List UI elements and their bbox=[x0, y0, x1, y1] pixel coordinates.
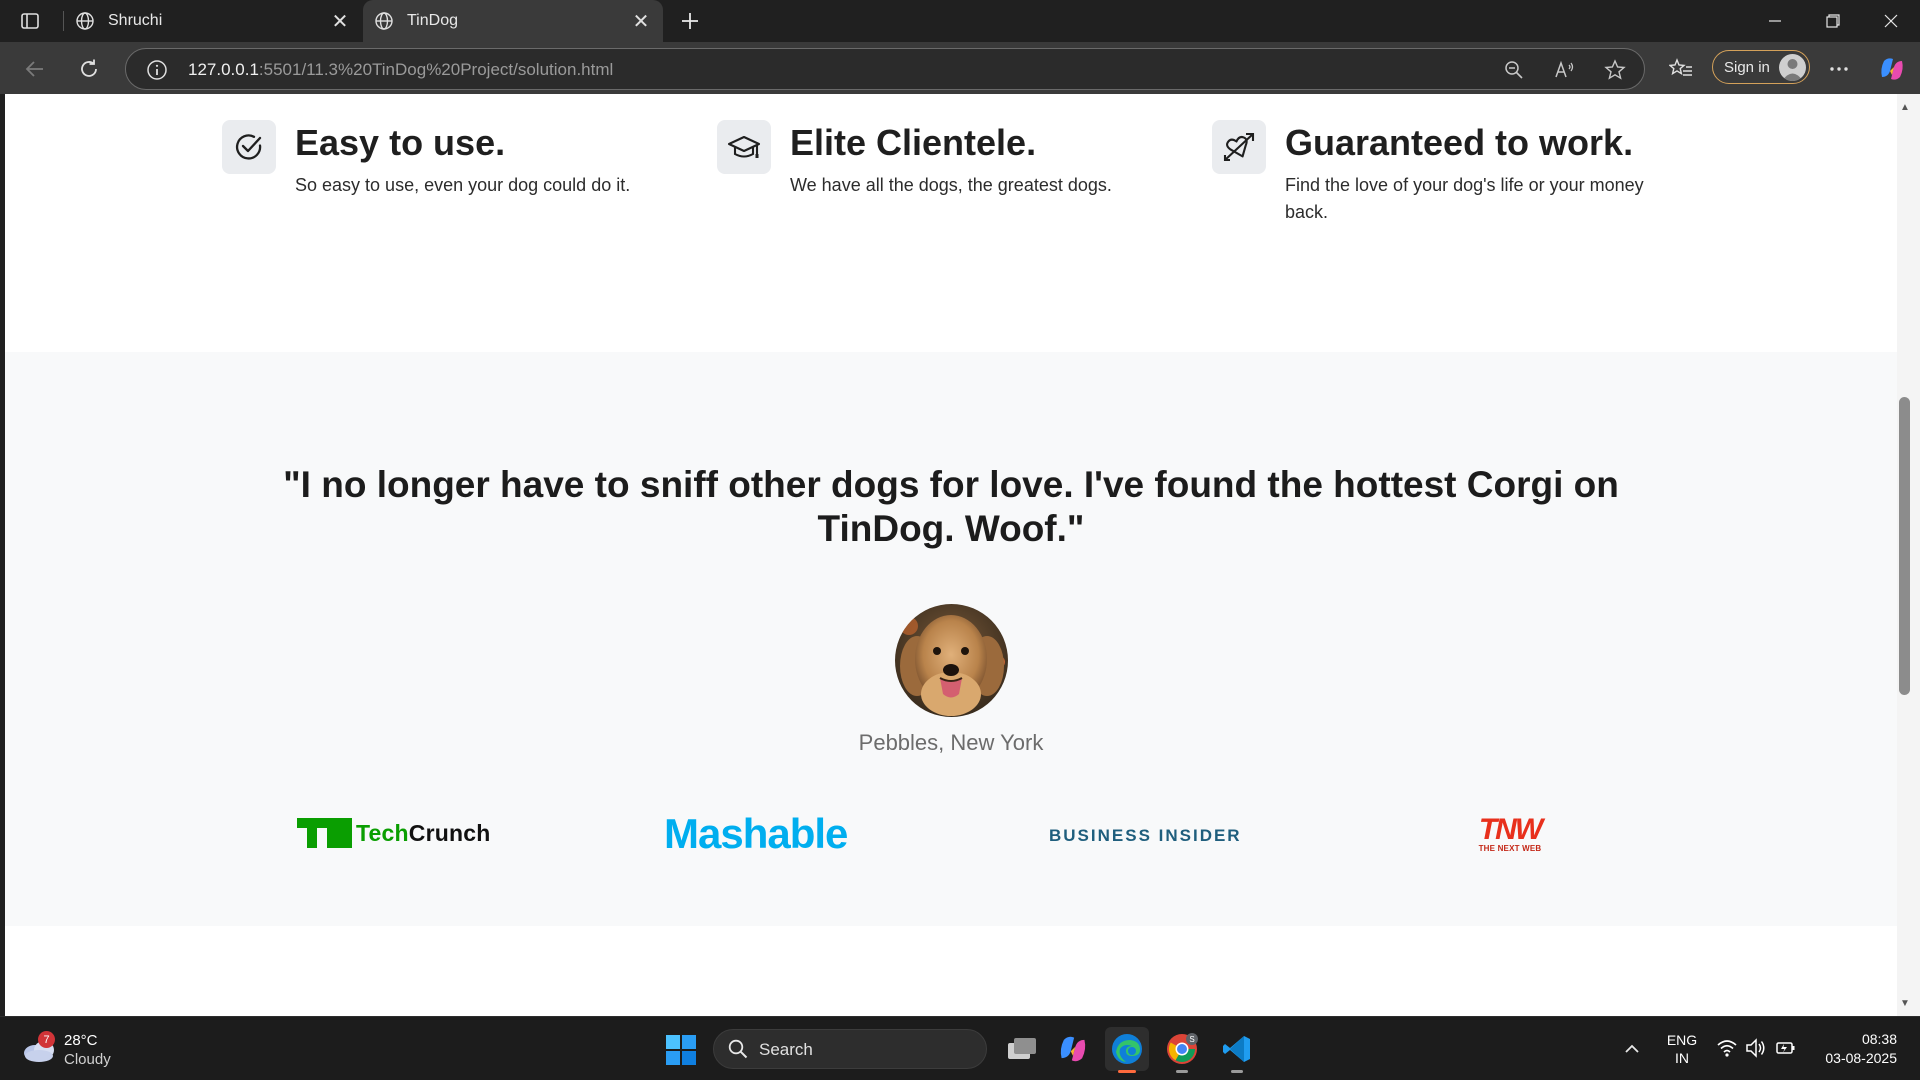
business-insider-logo: BUSINESS INSIDER bbox=[1049, 826, 1242, 845]
taskbar-clock[interactable]: 08:38 03-08-2025 bbox=[1812, 1030, 1897, 1068]
back-arrow-icon[interactable] bbox=[20, 54, 50, 84]
task-view-icon[interactable] bbox=[1000, 1027, 1044, 1071]
sign-in-button[interactable]: Sign in bbox=[1712, 50, 1810, 84]
url-path: :5501/11.3%20TinDog%20Project/solution.h… bbox=[258, 60, 614, 79]
favorite-star-icon[interactable] bbox=[1603, 58, 1627, 82]
feature-title: Guaranteed to work. bbox=[1285, 122, 1634, 163]
scroll-down-icon[interactable]: ▼ bbox=[1898, 996, 1912, 1010]
browser-tab-bar: Shruchi ✕ TinDog ✕ bbox=[0, 0, 1920, 42]
close-window-icon[interactable] bbox=[1862, 0, 1920, 42]
language-code: ENG bbox=[1666, 1032, 1698, 1048]
search-icon bbox=[728, 1039, 748, 1059]
mashable-logo: Mashable bbox=[664, 810, 848, 857]
windows-taskbar: 7 28°C Cloudy Search S ENG IN 08:38 03-0… bbox=[0, 1016, 1920, 1080]
techcrunch-mark-icon bbox=[297, 818, 352, 848]
refresh-icon[interactable] bbox=[74, 54, 104, 84]
scroll-up-icon[interactable]: ▲ bbox=[1898, 100, 1912, 114]
tab-tindog[interactable]: TinDog ✕ bbox=[363, 0, 663, 42]
address-bar[interactable]: 127.0.0.1:5501/11.3%20TinDog%20Project/s… bbox=[125, 48, 1645, 90]
globe-icon bbox=[373, 10, 395, 32]
new-tab-icon[interactable] bbox=[676, 7, 704, 35]
chrome-icon[interactable]: S bbox=[1160, 1027, 1204, 1073]
feature-title: Elite Clientele. bbox=[790, 122, 1037, 163]
weather-widget[interactable]: 7 28°C Cloudy bbox=[20, 1029, 140, 1071]
close-icon[interactable]: ✕ bbox=[627, 7, 655, 35]
testimonial-section: "I no longer have to sniff other dogs fo… bbox=[5, 352, 1897, 926]
tnw-letters: TNW bbox=[1478, 813, 1543, 846]
close-icon[interactable]: ✕ bbox=[326, 7, 354, 35]
testimonial-quote: "I no longer have to sniff other dogs fo… bbox=[5, 463, 1897, 551]
read-aloud-icon[interactable] bbox=[1553, 58, 1577, 82]
techcrunch-crunch: Crunch bbox=[408, 819, 491, 846]
weather-condition: Cloudy bbox=[64, 1051, 111, 1068]
testimonial-author: Pebbles, New York bbox=[858, 730, 1044, 755]
url-text[interactable]: 127.0.0.1:5501/11.3%20TinDog%20Project/s… bbox=[188, 60, 613, 80]
scrollbar-thumb[interactable] bbox=[1899, 397, 1910, 695]
clock-time: 08:38 bbox=[1861, 1031, 1897, 1047]
next-section-heading-cutoff bbox=[645, 1007, 1345, 1016]
check-circle-icon bbox=[222, 120, 276, 174]
search-label: Search bbox=[759, 1040, 813, 1059]
windows-start-icon[interactable] bbox=[665, 1034, 697, 1066]
copilot-app-icon[interactable] bbox=[1051, 1027, 1095, 1071]
volume-icon[interactable] bbox=[1745, 1037, 1767, 1059]
globe-icon bbox=[74, 10, 96, 32]
feature-text: We have all the dogs, the greatest dogs. bbox=[790, 175, 1112, 195]
input-language[interactable]: ENG IN bbox=[1665, 1031, 1699, 1067]
weather-temperature: 28°C bbox=[64, 1032, 98, 1049]
heart-arrow-icon bbox=[1212, 120, 1266, 174]
feature-text: So easy to use, even your dog could do i… bbox=[295, 175, 631, 195]
running-indicator bbox=[1231, 1070, 1243, 1073]
tnw-subtitle: THE NEXT WEB bbox=[1478, 844, 1542, 853]
graduation-cap-icon bbox=[717, 120, 771, 174]
tnw-logo: TNW THE NEXT WEB bbox=[1468, 813, 1552, 854]
info-icon[interactable] bbox=[146, 59, 168, 81]
running-indicator bbox=[1176, 1070, 1188, 1073]
active-indicator bbox=[1118, 1070, 1136, 1073]
feature-text: Find the love of your dog's life or your… bbox=[1285, 175, 1644, 222]
dog-avatar-image bbox=[895, 604, 1008, 717]
sign-in-label: Sign in bbox=[1724, 58, 1770, 76]
minimize-icon[interactable] bbox=[1746, 0, 1804, 42]
techcrunch-logo: TechCrunch bbox=[297, 818, 490, 848]
tab-title: Shruchi bbox=[108, 12, 163, 29]
svg-text:S: S bbox=[1189, 1035, 1194, 1044]
copilot-icon[interactable] bbox=[1877, 54, 1907, 84]
show-hidden-icons-icon[interactable] bbox=[1620, 1037, 1644, 1061]
taskbar-search[interactable]: Search bbox=[713, 1029, 987, 1069]
favorites-icon[interactable] bbox=[1666, 54, 1696, 84]
weather-alert-badge: 7 bbox=[38, 1031, 55, 1048]
wifi-icon[interactable] bbox=[1716, 1037, 1738, 1059]
browser-toolbar: 127.0.0.1:5501/11.3%20TinDog%20Project/s… bbox=[0, 42, 1920, 94]
edge-browser-icon[interactable] bbox=[1105, 1027, 1149, 1073]
feature-title: Easy to use. bbox=[295, 122, 506, 163]
tab-title: TinDog bbox=[407, 12, 458, 29]
region-code: IN bbox=[1675, 1050, 1689, 1066]
tab-shruchi[interactable]: Shruchi ✕ bbox=[64, 0, 362, 42]
profile-avatar-icon bbox=[1779, 54, 1806, 81]
tab-actions-icon[interactable] bbox=[18, 9, 42, 33]
battery-icon[interactable] bbox=[1775, 1037, 1797, 1059]
techcrunch-tech: Tech bbox=[356, 819, 409, 846]
clock-date: 03-08-2025 bbox=[1825, 1050, 1897, 1066]
zoom-out-icon[interactable] bbox=[1502, 58, 1526, 82]
more-options-icon[interactable] bbox=[1824, 54, 1854, 84]
vscode-icon[interactable] bbox=[1215, 1027, 1259, 1073]
techcrunch-wordmark: TechCrunch bbox=[356, 820, 490, 847]
testimonial-quote-text: "I no longer have to sniff other dogs fo… bbox=[283, 464, 1619, 549]
url-host: 127.0.0.1 bbox=[188, 60, 259, 79]
restore-icon[interactable] bbox=[1804, 0, 1862, 42]
page-viewport: Easy to use. So easy to use, even your d… bbox=[5, 94, 1897, 1016]
